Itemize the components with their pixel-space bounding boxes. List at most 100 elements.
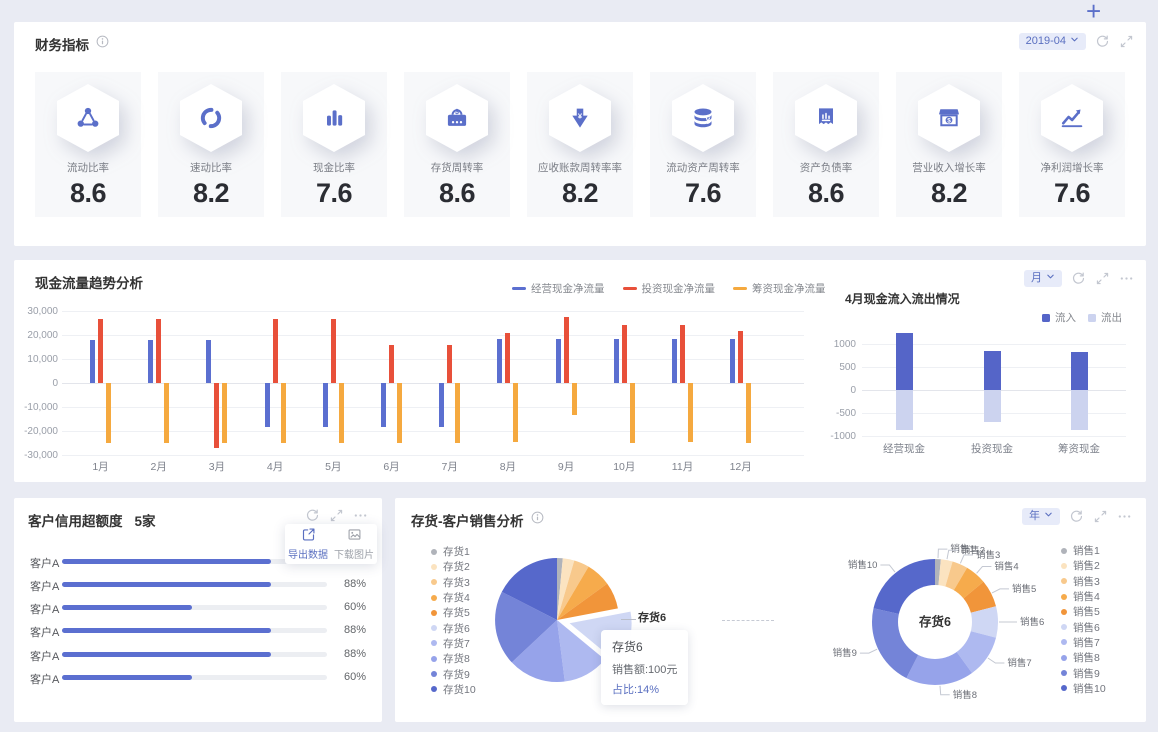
x-axis-label: 8月 [499, 461, 517, 473]
legend-item[interactable]: 销售4 [1061, 589, 1106, 604]
inflow-outflow-bar [1070, 352, 1088, 390]
trend-bar [156, 319, 162, 383]
tooltip-share: 占比:14% [612, 684, 660, 696]
donut-label: 销售3 [976, 549, 1000, 561]
legend-item[interactable]: 流出 [1088, 310, 1122, 325]
x-axis-label: 5月 [325, 461, 342, 473]
donut-label: 销售10 [848, 559, 878, 571]
legend-item[interactable]: 筹资现金净流量 [733, 281, 826, 296]
legend-marker [1061, 654, 1067, 661]
cash-box-icon: $ [426, 84, 488, 152]
metric-label: 存货周转率 [430, 162, 484, 174]
trend-bar [322, 383, 328, 428]
refresh-icon[interactable] [1071, 271, 1086, 286]
metric-label: 应收账款周转率率 [538, 162, 622, 174]
legend-item[interactable]: 销售9 [1061, 665, 1106, 680]
customer-credit-panel: 客户信用超额度 5家 客户A88%客户A88%客户A60%客户A88%客户A88… [14, 498, 382, 722]
legend-marker [1061, 593, 1067, 600]
legend-marker [512, 287, 526, 290]
legend-item[interactable]: 销售7 [1061, 635, 1106, 650]
metric-card[interactable]: 流动比率 8.6 [35, 72, 141, 217]
metric-value: 8.2 [561, 178, 599, 208]
customer-label: 客户A [30, 651, 60, 663]
financial-indicators-panel: 财务指标 2019-04 流动比率 8.6 速动比率 8.2 现金比率 7.6 $ 存货周转率… [14, 22, 1146, 246]
more-menu-popover: 导出数据 下载图片 [285, 524, 377, 564]
legend-item[interactable]: 销售5 [1061, 604, 1106, 619]
metric-label: 净利润增长率 [1040, 162, 1104, 174]
expand-icon[interactable] [1093, 509, 1108, 524]
percent-value: 88% [343, 648, 366, 660]
y-axis-label: 1000 [833, 339, 856, 350]
more-icon[interactable] [1119, 271, 1134, 286]
sales-donut-chart: 存货6 销售1 销售2 销售3 销售4 销售5 销售6 销售7 销售8 销售9 销售10 [815, 527, 1077, 728]
metric-card[interactable]: $ 营业收入增长率 8.2 [896, 72, 1002, 217]
trend-bar [264, 383, 270, 428]
gridline [862, 436, 1126, 437]
trend-bar [497, 338, 503, 383]
legend-marker [1042, 313, 1050, 322]
metric-card[interactable]: 速动比率 8.2 [158, 72, 264, 217]
legend-item[interactable]: 销售10 [1061, 681, 1106, 696]
period-selector[interactable]: 2019-04 [1018, 33, 1086, 50]
x-axis-label: 1月 [92, 461, 109, 473]
legend-item[interactable]: 销售2 [1061, 558, 1106, 573]
export-data-menu-item[interactable]: 导出数据 [288, 527, 328, 561]
metric-value: 8.2 [192, 178, 230, 208]
credit-count: 5家 [134, 514, 156, 529]
legend-marker [431, 625, 437, 632]
x-axis-label: 11月 [671, 461, 694, 473]
legend-item[interactable]: 销售3 [1061, 574, 1106, 589]
subchart-title: 4月现金流入流出情况 [845, 292, 960, 306]
legend-item[interactable]: 销售1 [1061, 543, 1106, 558]
progress-fill [62, 605, 192, 610]
legend-marker [431, 609, 437, 616]
expand-icon[interactable] [1119, 34, 1134, 49]
inflow-outflow-bar [1070, 390, 1088, 430]
legend-item[interactable]: 流入 [1042, 310, 1076, 325]
refresh-icon[interactable] [305, 508, 320, 523]
period-selector[interactable]: 月 [1024, 270, 1062, 287]
x-axis-label: 4月 [266, 461, 284, 473]
more-icon[interactable] [1117, 509, 1132, 524]
x-axis-label: 7月 [441, 461, 458, 473]
legend-item[interactable]: 经营现金净流量 [512, 281, 605, 296]
period-selector[interactable]: 年 [1022, 508, 1060, 525]
progress-fill [62, 582, 272, 587]
metrics-row: 流动比率 8.6 速动比率 8.2 现金比率 7.6 $ 存货周转率 8.6 ¥ 应收账款周转率率 8… [35, 72, 1125, 217]
metric-card[interactable]: ¥ 流动资产周转率 7.6 [650, 72, 756, 217]
metric-card[interactable]: $ 存货周转率 8.6 [404, 72, 510, 217]
trend-bar [746, 383, 752, 443]
more-icon[interactable] [353, 508, 368, 523]
info-icon[interactable] [96, 35, 109, 53]
refresh-icon[interactable] [1069, 509, 1084, 524]
trend-bar [206, 339, 212, 383]
x-axis-label: 投资现金 [971, 443, 1013, 455]
metric-card[interactable]: 现金比率 7.6 [281, 72, 387, 217]
legend-item[interactable]: 销售8 [1061, 650, 1106, 665]
trend-bar [505, 332, 511, 383]
panel-title: 存货-客户销售分析 [411, 514, 524, 529]
expand-icon[interactable] [1095, 271, 1110, 286]
trend-bar [272, 319, 278, 383]
legend-item[interactable]: 销售6 [1061, 619, 1106, 634]
download-image-menu-item[interactable]: 下载图片 [334, 527, 374, 561]
receipt-icon [795, 84, 857, 152]
metric-card[interactable]: 净利润增长率 7.6 [1019, 72, 1125, 217]
metric-value: 8.6 [438, 178, 476, 208]
legend-marker [1088, 313, 1096, 322]
inventory-sales-panel: 存货-客户销售分析 年 存货1 存货2 存货3 存货4 存货5 存货6 存货7 存货8 存货9 存… [395, 498, 1146, 722]
metric-card[interactable]: ¥ 应收账款周转率率 8.2 [527, 72, 633, 217]
expand-icon[interactable] [329, 508, 344, 523]
refresh-icon[interactable] [1095, 34, 1110, 49]
legend-marker [1061, 639, 1067, 646]
metric-card[interactable]: 资产负债率 8.6 [773, 72, 879, 217]
legend-marker [431, 671, 437, 678]
metric-label: 现金比率 [313, 162, 355, 174]
metric-value: 8.6 [69, 178, 107, 208]
x-axis-label: 6月 [383, 461, 400, 473]
legend-marker [431, 686, 437, 693]
info-icon[interactable] [531, 511, 544, 529]
trend-bar [106, 383, 111, 443]
svg-text:$: $ [947, 118, 951, 125]
legend-item[interactable]: 投资现金净流量 [622, 281, 715, 296]
